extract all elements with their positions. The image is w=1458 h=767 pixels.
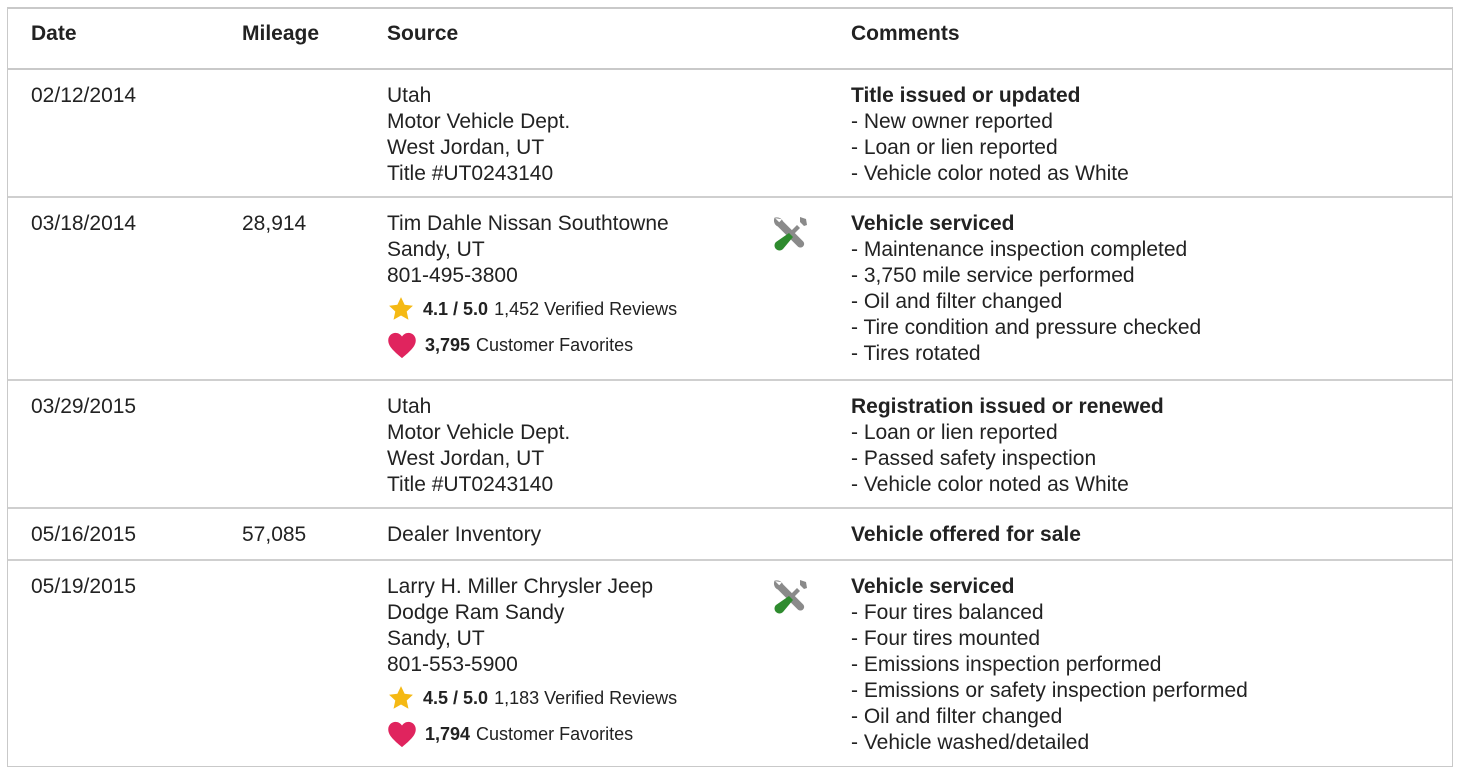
header-date: Date <box>31 22 77 45</box>
star-icon <box>389 686 413 709</box>
favorites-label: Customer Favorites <box>476 724 634 744</box>
source-line: Motor Vehicle Dept. <box>387 110 571 133</box>
source-line: Motor Vehicle Dept. <box>387 421 571 444</box>
table-row: 02/12/2014 Utah Motor Vehicle Dept. West… <box>8 70 1452 198</box>
table-row: 05/19/2015 Larry H. Miller Chrysler Jeep… <box>8 561 1452 766</box>
source-line: Sandy, UT <box>387 238 485 261</box>
row-date: 03/18/2014 <box>31 212 137 235</box>
rating-reviews: 1,183 Verified Reviews <box>494 688 678 708</box>
comment-line: - Vehicle color noted as White <box>851 162 1129 185</box>
comment-title: Vehicle serviced <box>851 575 1015 598</box>
comment-line: - Passed safety inspection <box>851 447 1097 470</box>
comment-title: Registration issued or renewed <box>851 395 1164 418</box>
row-mileage: 57,085 <box>242 523 307 546</box>
rating-score: 4.5 / 5.0 <box>423 688 489 708</box>
row-comments: Registration issued or renewed - Loan or… <box>851 394 1164 498</box>
row-source: Utah Motor Vehicle Dept. West Jordan, UT… <box>387 83 570 187</box>
row-comments: Vehicle offered for sale <box>851 522 1081 548</box>
header-source: Source <box>387 22 459 45</box>
source-line: Title #UT0243140 <box>387 162 554 185</box>
rating-score: 4.1 / 5.0 <box>423 299 489 319</box>
service-tools-icon <box>768 214 810 256</box>
phone-number: 801-495-3800 <box>387 264 518 287</box>
source-line: West Jordan, UT <box>387 136 545 159</box>
row-date: 02/12/2014 <box>31 84 137 107</box>
source-line: Utah <box>387 84 432 107</box>
comment-title: Vehicle offered for sale <box>851 523 1081 546</box>
source-line: Title #UT0243140 <box>387 473 554 496</box>
comment-line: - Four tires mounted <box>851 627 1041 650</box>
row-source: Dealer Inventory <box>387 522 541 548</box>
customer-favorites[interactable]: 3,795 Customer Favorites <box>387 330 677 360</box>
row-date: 05/16/2015 <box>31 523 137 546</box>
header-mileage: Mileage <box>242 22 320 45</box>
dealer-rating[interactable]: 4.1 / 5.0 1,452 Verified Reviews <box>387 294 677 324</box>
vehicle-history-table: Date Mileage Source Comments 02/12/2014 … <box>7 7 1453 767</box>
row-date: 03/29/2015 <box>31 395 137 418</box>
row-date: 05/19/2015 <box>31 575 137 598</box>
row-source: Utah Motor Vehicle Dept. West Jordan, UT… <box>387 394 570 498</box>
rating-reviews: 1,452 Verified Reviews <box>494 299 678 319</box>
service-tools-icon <box>768 577 810 619</box>
table-row: 05/16/2015 57,085 Dealer Inventory Vehic… <box>8 509 1452 561</box>
star-icon <box>389 297 413 320</box>
comment-line: - Loan or lien reported <box>851 421 1058 444</box>
dealer-name-link[interactable]: Tim Dahle Nissan Southtowne <box>387 211 677 237</box>
favorites-count: 1,794 <box>425 724 471 744</box>
dealer-name-link[interactable]: Larry H. Miller Chrysler Jeep <box>387 574 677 600</box>
comment-line: - Emissions or safety inspection perform… <box>851 679 1248 702</box>
comment-line: - Oil and filter changed <box>851 290 1063 313</box>
comment-line: - 3,750 mile service performed <box>851 264 1135 287</box>
comment-line: - Emissions inspection performed <box>851 653 1162 676</box>
header-comments: Comments <box>851 22 960 45</box>
comment-title: Title issued or updated <box>851 84 1081 107</box>
row-source: Larry H. Miller Chrysler Jeep Dodge Ram … <box>387 574 677 749</box>
source-line: Dealer Inventory <box>387 523 542 546</box>
phone-number: 801-553-5900 <box>387 653 518 676</box>
row-comments: Vehicle serviced - Maintenance inspectio… <box>851 211 1201 367</box>
dealer-rating[interactable]: 4.5 / 5.0 1,183 Verified Reviews <box>387 683 677 713</box>
row-comments: Title issued or updated - New owner repo… <box>851 83 1129 187</box>
row-source: Tim Dahle Nissan Southtowne Sandy, UT 80… <box>387 211 677 360</box>
table-row: 03/29/2015 Utah Motor Vehicle Dept. West… <box>8 381 1452 509</box>
row-mileage: 28,914 <box>242 212 307 235</box>
comment-line: - Tire condition and pressure checked <box>851 316 1202 339</box>
comment-title: Vehicle serviced <box>851 212 1015 235</box>
heart-icon <box>388 721 416 748</box>
source-line: Sandy, UT <box>387 627 485 650</box>
source-line: Dodge Ram Sandy <box>387 601 565 624</box>
table-header: Date Mileage Source Comments <box>8 9 1452 70</box>
source-line: Utah <box>387 395 432 418</box>
row-comments: Vehicle serviced - Four tires balanced -… <box>851 574 1248 756</box>
source-line: West Jordan, UT <box>387 447 545 470</box>
comment-line: - Oil and filter changed <box>851 705 1063 728</box>
table-row: 03/18/2014 28,914 Tim Dahle Nissan South… <box>8 198 1452 381</box>
favorites-count: 3,795 <box>425 335 471 355</box>
comment-line: - New owner reported <box>851 110 1053 133</box>
comment-line: - Four tires balanced <box>851 601 1044 624</box>
comment-line: - Loan or lien reported <box>851 136 1058 159</box>
comment-line: - Vehicle color noted as White <box>851 473 1129 496</box>
comment-line: - Tires rotated <box>851 342 981 365</box>
customer-favorites[interactable]: 1,794 Customer Favorites <box>387 719 677 749</box>
comment-line: - Maintenance inspection completed <box>851 238 1188 261</box>
heart-icon <box>388 332 416 359</box>
comment-line: - Vehicle washed/detailed <box>851 731 1090 754</box>
favorites-label: Customer Favorites <box>476 335 634 355</box>
